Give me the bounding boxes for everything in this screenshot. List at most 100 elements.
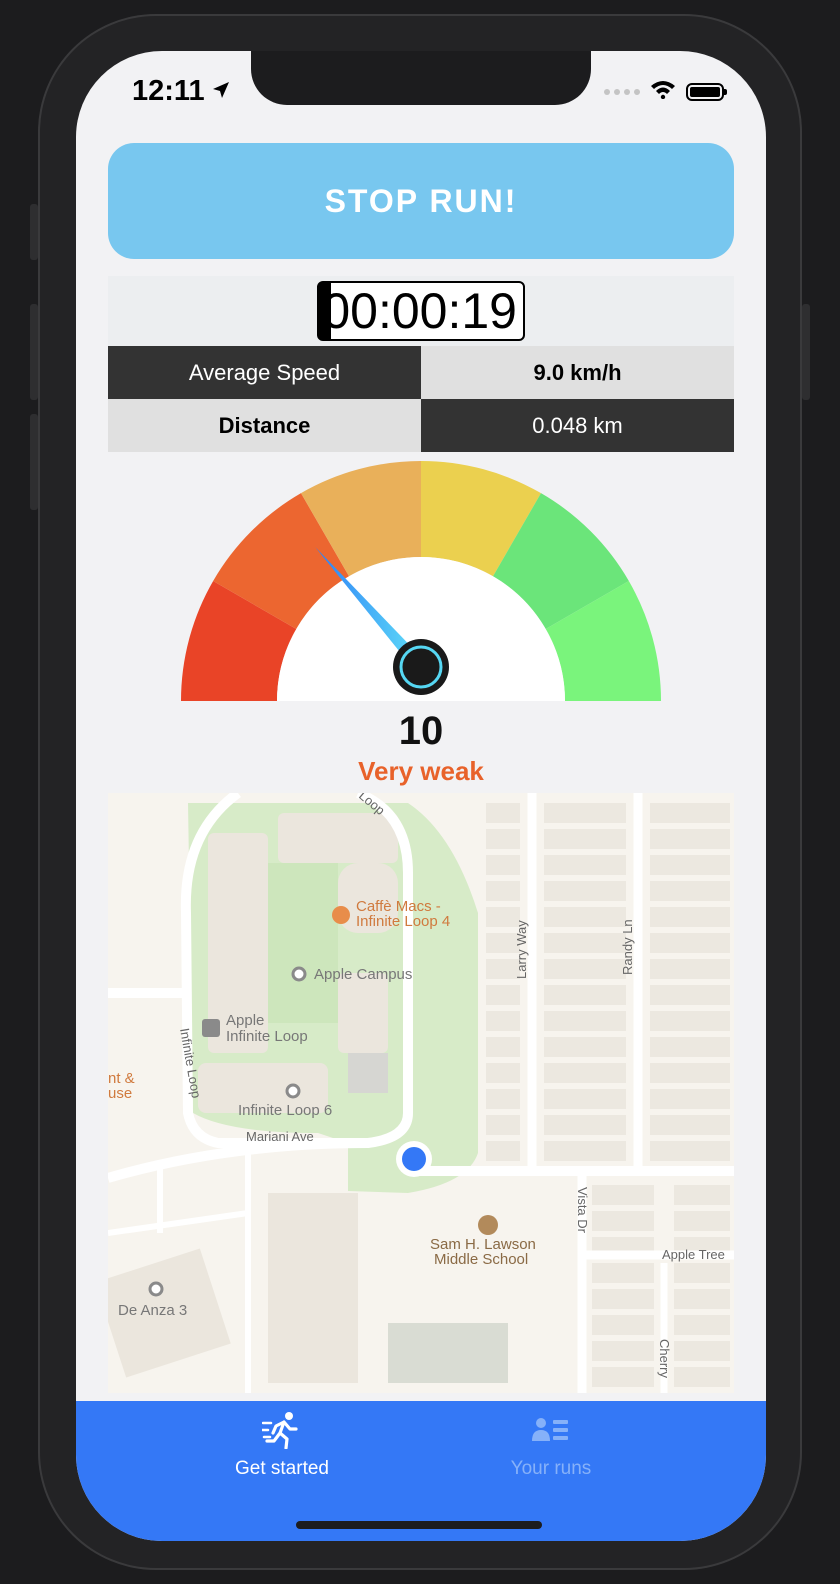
map-block (544, 1063, 626, 1083)
map-block (544, 829, 626, 849)
map-block (544, 1141, 626, 1161)
run-timer: 00:00:19 (317, 281, 525, 341)
distance-label: Distance (108, 399, 421, 452)
map-block (486, 855, 520, 875)
map-block (544, 959, 626, 979)
map-block (650, 933, 730, 953)
tab-get-started[interactable]: Get started (182, 1411, 382, 1480)
map-block (592, 1289, 654, 1309)
map-block (544, 1011, 626, 1031)
map-block (592, 1367, 654, 1387)
gauge-score: 10 (398, 709, 444, 753)
map-block (486, 1037, 520, 1057)
cellular-signal-icon (604, 88, 640, 95)
location-arrow-icon (211, 75, 231, 108)
home-indicator (296, 1521, 542, 1529)
map-label-cherry: Cherry (657, 1339, 672, 1379)
map-label-school2: Middle School (434, 1251, 528, 1268)
status-time: 12:11 (132, 75, 231, 108)
map-block (674, 1263, 730, 1283)
mute-switch (30, 204, 38, 260)
wifi-icon (650, 79, 676, 104)
map-block (674, 1289, 730, 1309)
power-button (802, 304, 810, 400)
avg-speed-label: Average Speed (108, 346, 421, 399)
map-block (650, 1141, 730, 1161)
distance-value: 0.048 km (421, 399, 734, 452)
map-label-loop6: Infinite Loop 6 (238, 1102, 332, 1119)
map-label-larry: Larry Way (514, 920, 529, 979)
map-block (674, 1211, 730, 1231)
map-block (650, 985, 730, 1005)
school-pin-icon[interactable] (478, 1215, 498, 1235)
map-block (650, 855, 730, 875)
volume-up-button (30, 304, 38, 400)
map-block (486, 881, 520, 901)
status-icons (604, 79, 727, 104)
map-block (544, 855, 626, 875)
apple-store-pin-icon[interactable] (202, 1019, 220, 1037)
map-block (486, 1141, 520, 1161)
stop-run-button[interactable]: STOP RUN! (108, 143, 734, 259)
map-block (544, 1037, 626, 1057)
map-block (650, 1037, 730, 1057)
map-block (544, 803, 626, 823)
map-block (592, 1341, 654, 1361)
map-block (674, 1315, 730, 1335)
map-block (486, 985, 520, 1005)
status-time-text: 12:11 (132, 75, 205, 107)
map-block (650, 803, 730, 823)
map-block (650, 1089, 730, 1109)
route-map[interactable]: Caffè Macs - Infinite Loop 4 Apple Campu… (108, 793, 734, 1393)
people-list-icon (531, 1418, 571, 1453)
notch (251, 51, 591, 105)
volume-down-button (30, 414, 38, 510)
map-block (486, 1063, 520, 1083)
current-location-dot[interactable] (402, 1147, 426, 1171)
map-label-cafe2: Infinite Loop 4 (356, 913, 450, 930)
map-block (650, 1063, 730, 1083)
app-screen: 12:11 STOP RUN! 00:00:19 Average Speed 9… (76, 51, 766, 1541)
apple-campus-pin-icon[interactable] (291, 966, 307, 982)
loop6-pin-icon[interactable] (285, 1083, 301, 1099)
map-label-deanza: De Anza 3 (118, 1302, 187, 1319)
map-block (544, 881, 626, 901)
map-label-apple1: Apple (226, 1012, 264, 1029)
map-label-mariani: Mariani Ave (246, 1129, 314, 1144)
map-block (544, 1089, 626, 1109)
map-label-apple2: Infinite Loop (226, 1028, 308, 1045)
map-block (544, 985, 626, 1005)
map-block (486, 1089, 520, 1109)
map-label-left2: use (108, 1085, 132, 1102)
map-label-vista: Vista Dr (575, 1187, 590, 1234)
run-timer-value: 00:00:19 (322, 283, 517, 339)
map-block (544, 907, 626, 927)
map-label-appletree: Apple Tree (662, 1247, 725, 1262)
avg-speed-value: 9.0 km/h (421, 346, 734, 399)
tab-your-runs[interactable]: Your runs (451, 1411, 651, 1480)
cafe-pin-icon[interactable] (332, 906, 350, 924)
map-label-campus: Apple Campus (314, 966, 412, 983)
de-anza-pin-icon[interactable] (148, 1281, 164, 1297)
run-stats: Average Speed 9.0 km/h Distance 0.048 km (108, 346, 734, 452)
map-block (486, 1115, 520, 1135)
running-person-icon (260, 1412, 302, 1453)
map-block (486, 1011, 520, 1031)
tab-get-started-label: Get started (235, 1458, 329, 1479)
map-block (544, 1115, 626, 1135)
map-block (650, 959, 730, 979)
map-block (674, 1185, 730, 1205)
map-block (592, 1211, 654, 1231)
tab-bar: Get started Your runs (76, 1401, 766, 1541)
map-block (650, 907, 730, 927)
map-label-randy: Randy Ln (620, 919, 635, 975)
map-block (650, 1011, 730, 1031)
map-block (650, 1115, 730, 1135)
map-block (674, 1367, 730, 1387)
gauge-rating: Very weak (358, 756, 484, 786)
map-block (650, 881, 730, 901)
map-block (544, 933, 626, 953)
speed-gauge (76, 461, 766, 716)
battery-icon (686, 82, 727, 101)
map-block (592, 1185, 654, 1205)
